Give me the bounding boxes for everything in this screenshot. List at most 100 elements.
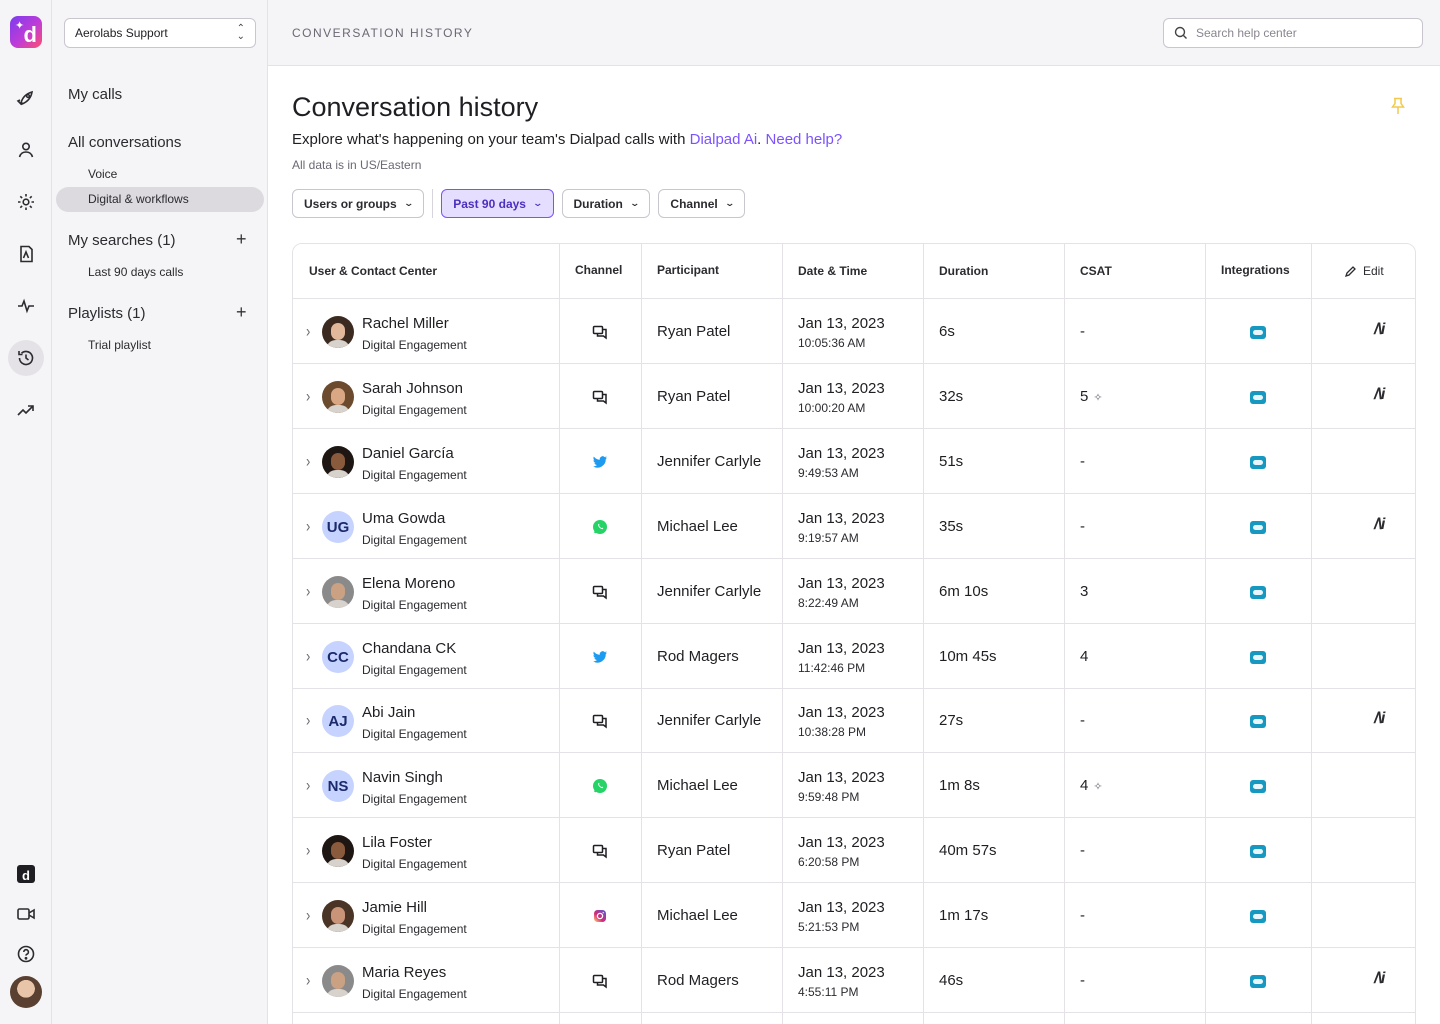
add-search-icon[interactable]: +	[236, 229, 247, 250]
expand-chevron-icon[interactable]: ›	[306, 451, 310, 471]
csat-value: -	[1080, 323, 1085, 340]
user-name[interactable]: Lila Foster	[362, 834, 432, 851]
salesforce-icon[interactable]	[1250, 391, 1266, 404]
expand-chevron-icon[interactable]: ›	[306, 775, 310, 795]
search-input[interactable]	[1196, 26, 1416, 40]
filter-users[interactable]: Users or groups ⌄	[292, 189, 425, 218]
dialpad-ai-icon[interactable]: /\i	[1374, 516, 1385, 534]
col-channel[interactable]: Channel	[575, 263, 622, 277]
dialpad-ai-link[interactable]: Dialpad Ai	[690, 131, 758, 148]
user-name[interactable]: Daniel García	[362, 445, 454, 462]
salesforce-icon[interactable]	[1250, 456, 1266, 469]
salesforce-icon[interactable]	[1250, 715, 1266, 728]
user-name[interactable]: Abi Jain	[362, 704, 415, 721]
trending-icon[interactable]	[8, 392, 44, 428]
col-duration[interactable]: Duration	[939, 264, 988, 278]
salesforce-icon[interactable]	[1250, 845, 1266, 858]
avatar	[322, 316, 354, 348]
nav-all-conversations[interactable]: All conversations	[68, 134, 181, 151]
user-avatar[interactable]	[10, 976, 42, 1008]
table-row[interactable]: › AJ Abi Jain Digital Engagement Jennife…	[293, 688, 1415, 753]
avatar	[322, 900, 354, 932]
expand-chevron-icon[interactable]: ›	[306, 840, 310, 860]
col-csat[interactable]: CSAT	[1080, 264, 1112, 278]
analytics-icon[interactable]	[8, 236, 44, 272]
need-help-link[interactable]: Need help?	[766, 131, 843, 148]
user-name[interactable]: Maria Reyes	[362, 964, 446, 981]
salesforce-icon[interactable]	[1250, 521, 1266, 534]
avatar-initials: NS	[327, 777, 349, 795]
dialpad-ai-icon[interactable]: /\i	[1374, 970, 1385, 988]
table-row[interactable]: › Rachel Miller Digital Engagement Ryan …	[293, 299, 1415, 364]
user-name[interactable]: Chandana CK	[362, 640, 456, 657]
col-integrations[interactable]: Integrations	[1221, 263, 1290, 277]
salesforce-icon[interactable]	[1250, 780, 1266, 793]
user-name[interactable]: Sarah Johnson	[362, 380, 463, 397]
user-name[interactable]: Jamie Hill	[362, 899, 427, 916]
gear-icon[interactable]	[8, 184, 44, 220]
user-name[interactable]: Navin Singh	[362, 769, 443, 786]
filter-channel[interactable]: Channel ⌄	[658, 189, 746, 218]
workspace-select[interactable]: Aerolabs Support ⌃ ⌄	[64, 18, 256, 48]
edit-columns-button[interactable]: Edit	[1344, 264, 1384, 278]
nav-trial-playlist[interactable]: Trial playlist	[88, 338, 151, 352]
table-row[interactable]: › Maria Reyes Digital Engagement Rod Mag…	[293, 948, 1415, 1013]
filter-date[interactable]: Past 90 days ⌄	[441, 189, 554, 218]
expand-chevron-icon[interactable]: ›	[306, 970, 310, 990]
expand-chevron-icon[interactable]: ›	[306, 581, 310, 601]
nav-playlists[interactable]: Playlists (1)	[68, 305, 146, 322]
user-name[interactable]: Rachel Miller	[362, 315, 449, 332]
person-icon[interactable]	[8, 132, 44, 168]
table-row[interactable]: › Lila Foster Digital Engagement Ryan Pa…	[293, 818, 1415, 883]
pin-icon[interactable]	[1390, 97, 1406, 115]
table-row[interactable]: › Sarah Johnson Digital Engagement Ryan …	[293, 364, 1415, 429]
nav-digital-workflows[interactable]: Digital & workflows	[88, 192, 189, 206]
dialpad-ai-icon[interactable]: /\i	[1374, 321, 1385, 339]
user-name[interactable]: Elena Moreno	[362, 575, 455, 592]
dialpad-icon[interactable]: d	[8, 856, 44, 892]
table-row[interactable]: › NS Navin Singh Digital Engagement Mich…	[293, 753, 1415, 818]
table-row[interactable]: › CC Chandana CK Digital Engagement Rod …	[293, 624, 1415, 689]
chat-icon	[592, 584, 608, 600]
dialpad-ai-icon[interactable]: /\i	[1374, 710, 1385, 728]
col-user[interactable]: User & Contact Center	[309, 264, 437, 278]
add-playlist-icon[interactable]: +	[236, 302, 247, 323]
table-row[interactable]: › UG Uma Gowda Digital Engagement Michae…	[293, 494, 1415, 559]
expand-chevron-icon[interactable]: ›	[306, 321, 310, 341]
video-icon[interactable]	[8, 896, 44, 932]
duration: 1m 8s	[939, 777, 980, 794]
salesforce-icon[interactable]	[1250, 975, 1266, 988]
salesforce-icon[interactable]	[1250, 586, 1266, 599]
table-row[interactable]: › Jamie Hill Digital Engagement Michael …	[293, 883, 1415, 948]
filter-duration[interactable]: Duration ⌄	[561, 189, 651, 218]
col-participant[interactable]: Participant	[657, 263, 719, 277]
salesforce-icon[interactable]	[1250, 326, 1266, 339]
salesforce-icon[interactable]	[1250, 651, 1266, 664]
table-row[interactable]: › Elena Moreno Digital Engagement Jennif…	[293, 559, 1415, 624]
table-row[interactable]: › Daniel García Digital Engagement Jenni…	[293, 429, 1415, 494]
user-name[interactable]: Uma Gowda	[362, 510, 445, 527]
nav-my-calls[interactable]: My calls	[68, 86, 122, 103]
expand-chevron-icon[interactable]: ›	[306, 646, 310, 666]
conversation-table: User & Contact Center Channel Participan…	[292, 243, 1416, 1024]
salesforce-icon[interactable]	[1250, 910, 1266, 923]
dialpad-ai-icon[interactable]: /\i	[1374, 386, 1385, 404]
date: Jan 13, 2023	[798, 704, 885, 721]
avatar	[322, 576, 354, 608]
rocket-icon[interactable]	[8, 80, 44, 116]
history-icon[interactable]	[8, 340, 44, 376]
pulse-icon[interactable]	[8, 288, 44, 324]
nav-last90[interactable]: Last 90 days calls	[88, 265, 183, 279]
expand-chevron-icon[interactable]: ›	[306, 710, 310, 730]
expand-chevron-icon[interactable]: ›	[306, 516, 310, 536]
search-box[interactable]	[1163, 18, 1423, 48]
time: 4:55:11 PM	[798, 985, 859, 999]
nav-my-searches[interactable]: My searches (1)	[68, 232, 176, 249]
col-datetime[interactable]: Date & Time	[798, 264, 867, 278]
dialpad-logo[interactable]: ✦ d	[10, 16, 42, 48]
nav-voice[interactable]: Voice	[88, 167, 117, 181]
expand-chevron-icon[interactable]: ›	[306, 905, 310, 925]
whatsapp-icon	[592, 519, 608, 535]
expand-chevron-icon[interactable]: ›	[306, 386, 310, 406]
help-icon[interactable]	[8, 936, 44, 972]
